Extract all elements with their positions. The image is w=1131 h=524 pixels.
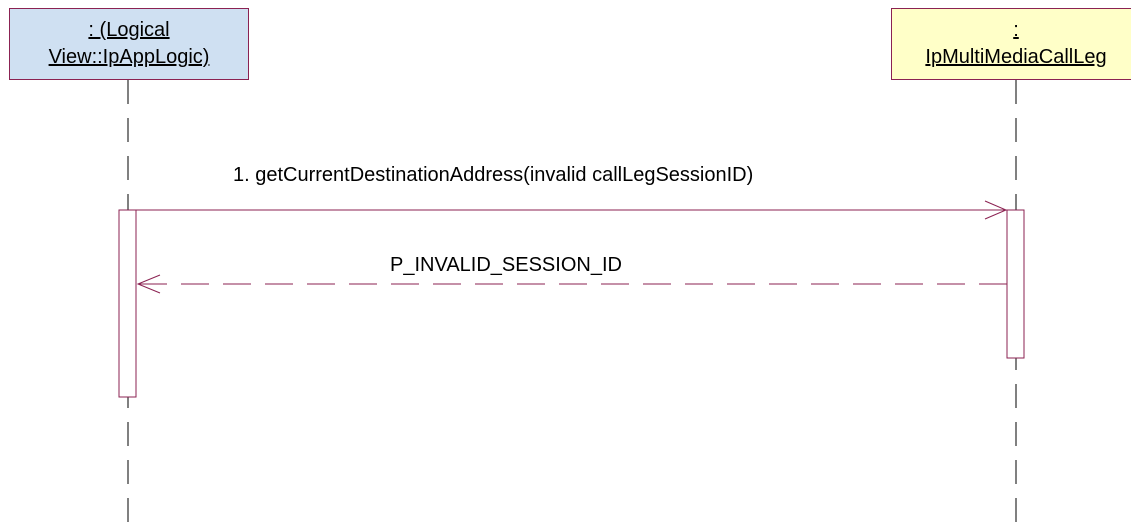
object-label-call-leg-line2: IpMultiMediaCallLeg — [925, 46, 1107, 68]
activation-bar-call-leg — [1006, 209, 1025, 359]
activation-bar-app-logic — [118, 209, 137, 398]
object-label-app-logic-line1: : (Logical — [88, 19, 170, 41]
message-label-return: P_INVALID_SESSION_ID — [390, 254, 622, 276]
object-box-call-leg: : IpMultiMediaCallLeg — [891, 8, 1131, 80]
object-label-app-logic-line2: View::IpAppLogic) — [48, 46, 210, 68]
object-box-app-logic: : (Logical View::IpAppLogic) — [9, 8, 249, 80]
message-label-call: 1. getCurrentDestinationAddress(invalid … — [233, 164, 754, 186]
object-label-call-leg-line1: : — [1013, 19, 1019, 41]
